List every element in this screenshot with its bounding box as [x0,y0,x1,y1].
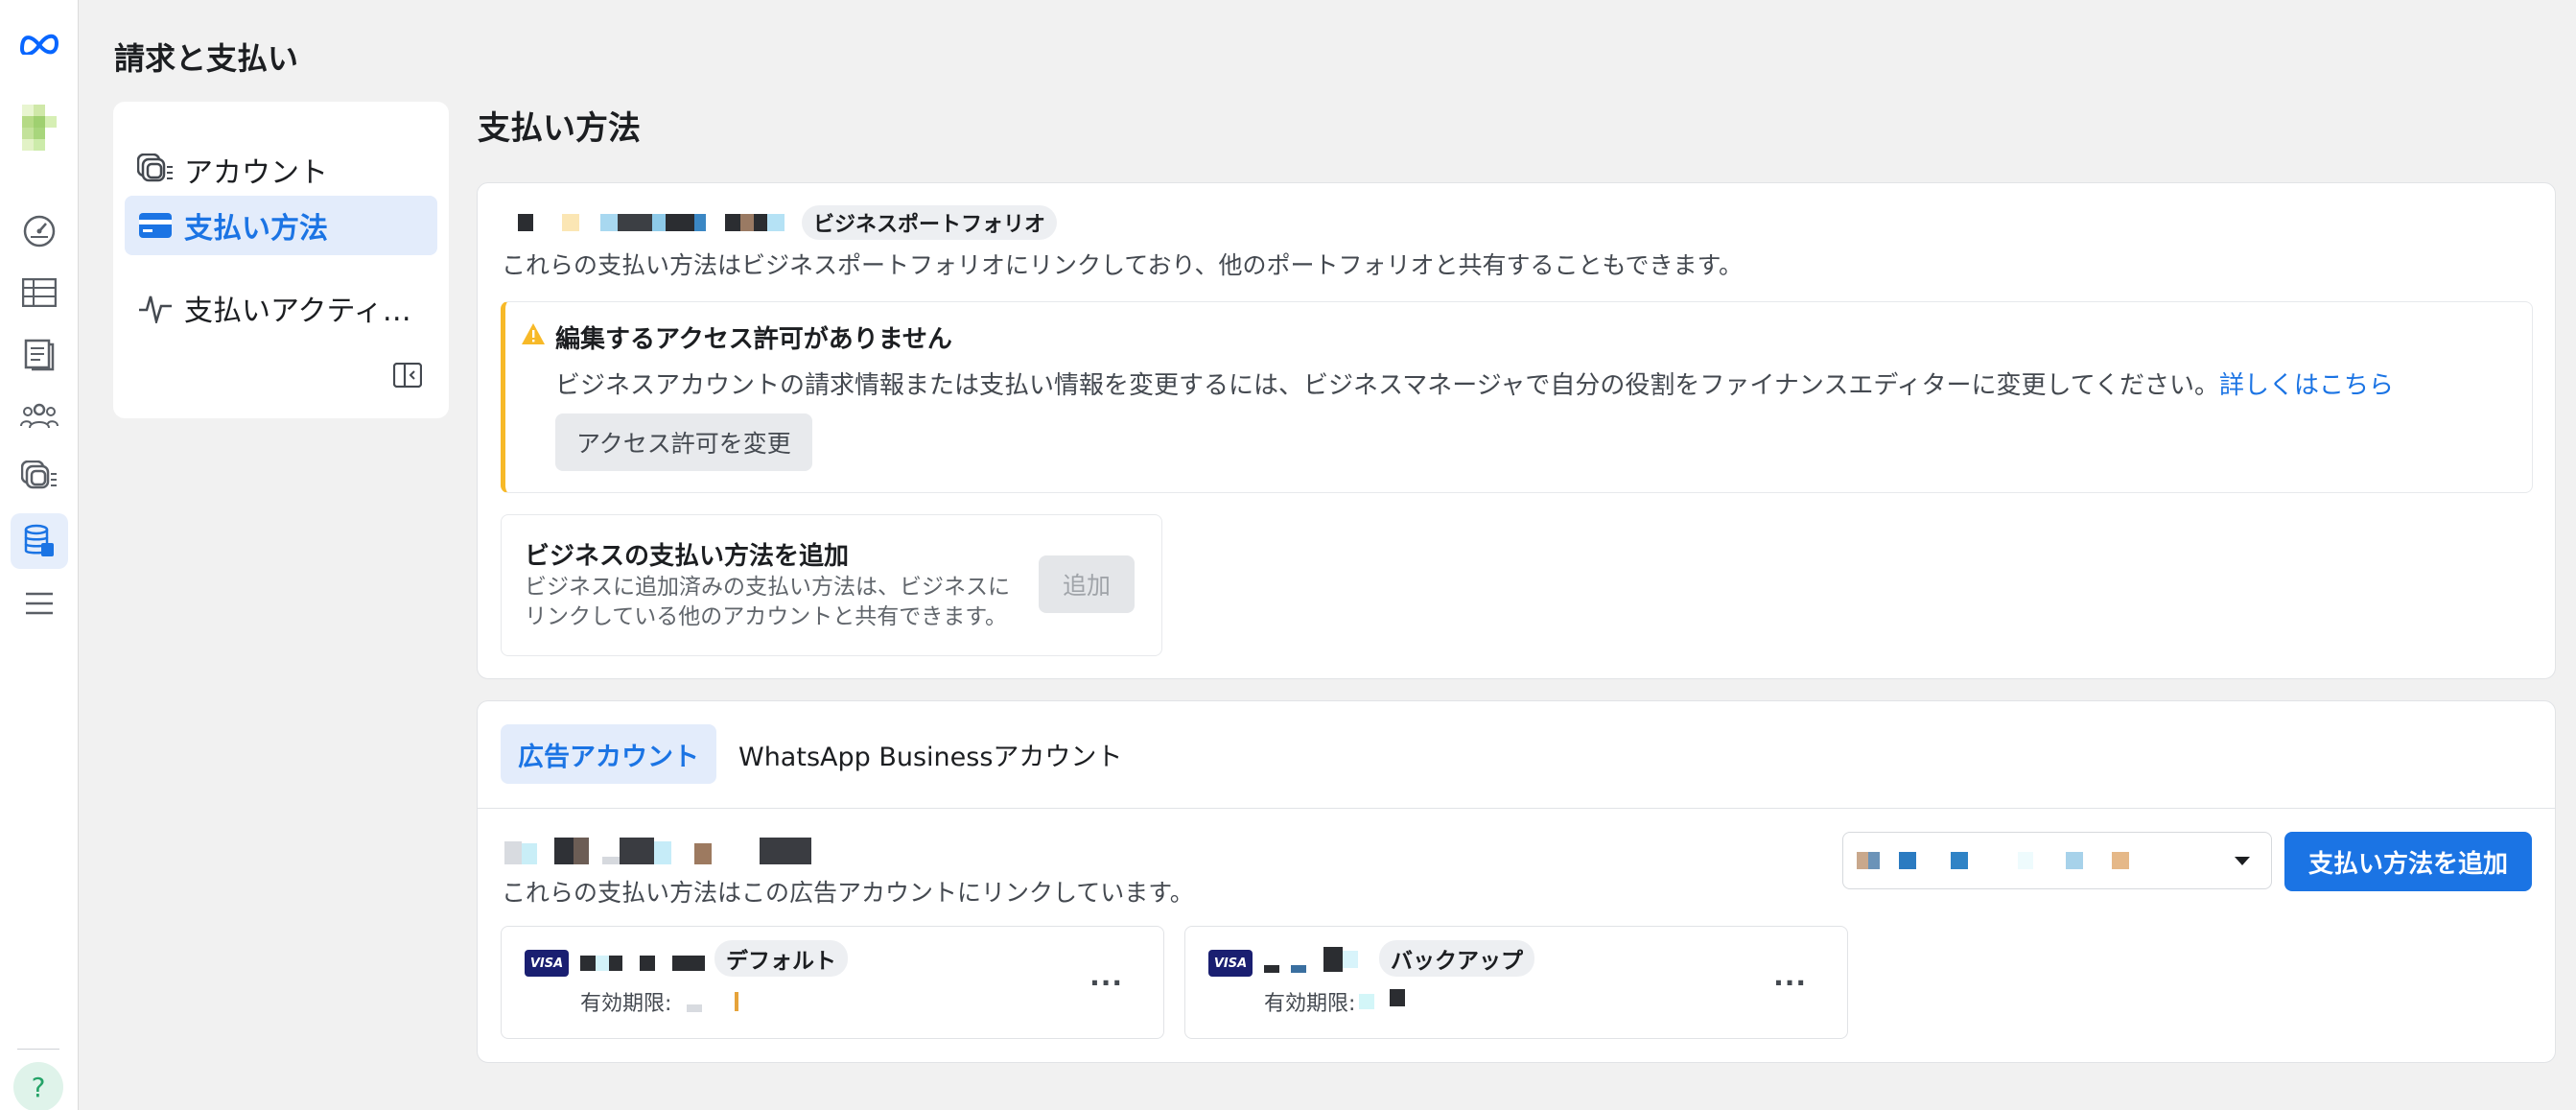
add-payment-method-button[interactable]: 支払い方法を追加 [2284,832,2532,891]
add-business-description: ビジネスに追加済みの支払い方法は、ビジネスにリンクしている他のアカウントと共有で… [525,575,1010,629]
subnav-item-label: アカウント [184,156,328,190]
portfolio-name-redacted: ビジネスポートフォリオ [518,205,1058,240]
business-avatar-icon[interactable] [11,102,68,157]
add-business-title: ビジネスの支払い方法を追加 [525,542,850,571]
card-expiry: 有効期限: [1264,986,1406,1017]
accounts-icon [136,151,175,189]
meta-logo-icon[interactable] [11,15,68,71]
payment-method-card: VISA バックアップ 有効期限: ··· [1184,926,1848,1039]
pages-icon[interactable] [11,326,68,382]
default-badge: デフォルト [714,940,848,977]
card-expiry: 有効期限: [580,986,739,1017]
expiry-label: 有効期限: [1264,992,1356,1016]
subnav-item-label: 支払い方法 [184,212,328,246]
portfolio-badge: ビジネスポートフォリオ [802,205,1058,240]
ad-account-description: これらの支払い方法はこの広告アカウントにリンクしています。 [502,879,1194,907]
card-number-redacted [1264,947,1358,973]
billing-subnav: アカウント 支払い方法 支払いアクティ… [113,102,449,418]
add-button-disabled[interactable]: 追加 [1039,555,1135,613]
subnav-item-label: 支払いアクティ… [184,295,411,328]
collapse-panel-icon[interactable] [392,362,423,391]
section-title: 支払い方法 [478,109,641,148]
add-business-payment-box: ビジネスの支払い方法を追加 ビジネスに追加済みの支払い方法は、ビジネスにリンクし… [501,514,1162,656]
billing-icon[interactable] [11,513,68,569]
subnav-item-payment-methods[interactable]: 支払い方法 [125,196,437,255]
permission-warning: 編集するアクセス許可がありません ビジネスアカウントの請求情報または支払い情報を… [501,301,2533,493]
subnav-item-payment-activity[interactable]: 支払いアクティ… [125,278,437,338]
activity-icon [136,289,175,327]
backup-badge: バックアップ [1379,940,1534,977]
warning-body: ビジネスアカウントの請求情報または支払い情報を変更するには、ビジネスマネージャで… [555,366,2394,401]
accounts-icon[interactable] [11,449,68,505]
selected-account-redacted [1857,852,2129,869]
warning-icon [521,322,546,352]
tab-ad-accounts[interactable]: 広告アカウント [501,724,716,784]
help-icon: ? [31,1071,46,1103]
business-portfolio-card: ビジネスポートフォリオ これらの支払い方法はビジネスポートフォリオにリンクしてお… [477,182,2556,679]
help-button[interactable]: ? [13,1062,63,1110]
account-tabs: 広告アカウント WhatsApp Businessアカウント [478,701,2555,809]
expiry-label: 有効期限: [580,992,672,1016]
page-title: 請求と支払い [114,40,299,77]
table-icon[interactable] [11,265,68,320]
tab-whatsapp-business[interactable]: WhatsApp Businessアカウント [721,724,1139,784]
learn-more-link[interactable]: 詳しくはこちら [2219,371,2394,400]
left-rail: ? [0,0,79,1110]
card-number-redacted [580,956,705,971]
dashboard-gauge-icon[interactable] [11,203,68,259]
people-icon[interactable] [11,388,68,443]
visa-logo-icon: VISA [1208,950,1253,977]
warning-text: ビジネスアカウントの請求情報または支払い情報を変更するには、ビジネスマネージャで… [555,371,2219,400]
visa-logo-icon: VISA [525,950,569,977]
more-options-button[interactable]: ··· [1773,967,1807,999]
payment-method-card: VISA デフォルト 有効期限: ··· [501,926,1164,1039]
ad-account-card: 広告アカウント WhatsApp Businessアカウント これらの支払い方法… [477,700,2556,1063]
rail-divider [17,1049,59,1050]
change-permission-button[interactable]: アクセス許可を変更 [555,413,812,471]
warning-title: 編集するアクセス許可がありません [555,325,952,354]
chevron-down-icon [2235,857,2250,865]
credit-card-icon [136,206,175,245]
subnav-item-accounts[interactable]: アカウント [125,140,437,200]
more-options-button[interactable]: ··· [1089,967,1123,999]
ad-account-name-redacted [504,836,811,864]
ad-account-selector[interactable] [1842,832,2272,889]
portfolio-description: これらの支払い方法はビジネスポートフォリオにリンクしており、他のポートフォリオと… [502,251,1744,279]
menu-icon[interactable] [11,576,68,631]
